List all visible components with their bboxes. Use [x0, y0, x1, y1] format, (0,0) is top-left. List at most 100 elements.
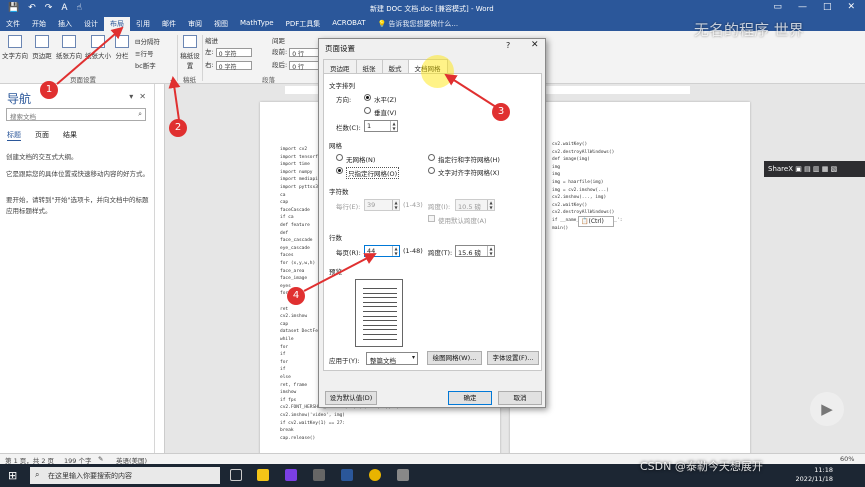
- nav-options-icon[interactable]: ▾: [129, 92, 133, 101]
- spinner-arrows-icon[interactable]: ▲ ▼: [487, 200, 494, 210]
- apply-to-select[interactable]: 整篇文档 ▾: [366, 352, 418, 365]
- code-line: else: [280, 375, 291, 380]
- line-grid-only-radio[interactable]: [336, 167, 343, 174]
- columns-spinner[interactable]: 1 ▲ ▼: [364, 120, 398, 132]
- text-direction-button[interactable]: 文字方向: [2, 35, 28, 60]
- tab-mailings[interactable]: 邮件: [156, 17, 182, 31]
- line-char-grid-radio[interactable]: [428, 154, 435, 161]
- code-line: for: [280, 359, 289, 365]
- line-pitch-spinner[interactable]: 15.6 磅 ▲ ▼: [455, 245, 495, 257]
- tab-acrobat[interactable]: ACROBAT: [326, 17, 371, 31]
- code-line: for (x,y,w,h): [280, 261, 316, 266]
- tab-view[interactable]: 视图: [208, 17, 234, 31]
- system-clock[interactable]: 11:18 2022/11/18: [796, 466, 833, 484]
- vertical-radio[interactable]: [364, 107, 371, 114]
- nav-tab-results[interactable]: 结果: [63, 130, 77, 141]
- tab-mathtype[interactable]: MathType: [234, 17, 280, 31]
- spinner-arrows-icon[interactable]: ▲ ▼: [487, 246, 494, 256]
- tab-file[interactable]: 文件: [0, 17, 26, 31]
- set-default-button[interactable]: 设为默认值(D): [325, 391, 377, 405]
- touch-mode-icon[interactable]: ☝: [76, 3, 81, 13]
- tab-paper[interactable]: 纸张: [355, 59, 383, 73]
- pitch-label: 跨度(I):: [428, 203, 451, 211]
- tab-review[interactable]: 审阅: [182, 17, 208, 31]
- spinner-arrows-icon[interactable]: ▲ ▼: [392, 200, 399, 210]
- per-line-spinner[interactable]: 39 ▲ ▼: [364, 199, 400, 211]
- nav-tab-pages[interactable]: 页面: [35, 130, 49, 141]
- close-window-icon[interactable]: ✕: [847, 2, 855, 12]
- code-line: import pyttsx3: [280, 185, 318, 190]
- chrome-icon[interactable]: [369, 469, 381, 481]
- undo-icon[interactable]: ↶: [28, 3, 36, 13]
- draw-grid-button[interactable]: 绘图网格(W)...: [427, 351, 482, 365]
- nav-tab-headings[interactable]: 标题: [7, 130, 21, 141]
- sharex-toolbar[interactable]: ShareX ▣ ▤ ▥ ▦ ▧: [764, 161, 865, 177]
- apply-to-value: 整篇文档: [370, 357, 396, 365]
- sharex-tool-icons[interactable]: ▣ ▤ ▥ ▦ ▧: [795, 165, 837, 173]
- pitch-spinner[interactable]: 10.5 磅 ▲ ▼: [455, 199, 495, 211]
- direction-label: 方向:: [336, 96, 352, 104]
- font-settings-button[interactable]: 字体设置(F)...: [487, 351, 539, 365]
- video-play-icon[interactable]: ▶: [810, 392, 844, 426]
- code-line: if: [280, 352, 286, 358]
- tell-me-box[interactable]: 💡 告诉我您想要做什么...: [377, 17, 458, 31]
- ribbon-display-icon[interactable]: ▭: [773, 2, 782, 12]
- horizontal-radio[interactable]: [364, 94, 371, 101]
- nav-search-input[interactable]: 搜索文档 ⌕: [6, 108, 146, 121]
- taskbar-search[interactable]: ⌕ 在这里输入你要搜索的内容: [30, 467, 220, 484]
- line-pitch-value: 15.6 磅: [458, 249, 482, 257]
- orientation-button[interactable]: 纸张方向: [55, 35, 83, 60]
- margins-button[interactable]: 页边距: [30, 35, 54, 60]
- preview-line: [363, 334, 397, 335]
- save-icon[interactable]: 💾: [8, 3, 19, 13]
- format-painter-icon[interactable]: A: [61, 3, 67, 13]
- windows-start-icon[interactable]: ⊞: [8, 469, 17, 482]
- code-line: eyes: [280, 283, 291, 289]
- app2-icon[interactable]: [397, 469, 409, 481]
- size-button[interactable]: 纸张大小: [84, 35, 112, 60]
- tab-insert[interactable]: 插入: [52, 17, 78, 31]
- tab-design[interactable]: 设计: [78, 17, 104, 31]
- nav-help-text-3: 要开始，请转到"开始"选项卡，并向文档中的标题应用标题样式。: [6, 196, 149, 215]
- visual-studio-icon[interactable]: [285, 469, 297, 481]
- line-numbers-button[interactable]: ≡行号: [135, 48, 153, 58]
- cancel-button[interactable]: 取消: [498, 391, 542, 405]
- tab-references[interactable]: 引用: [130, 17, 156, 31]
- status-zoom[interactable]: 60%: [840, 455, 854, 463]
- help-icon[interactable]: ?: [506, 41, 510, 50]
- spinner-arrows-icon[interactable]: ▲ ▼: [390, 121, 397, 131]
- tab-home[interactable]: 开始: [26, 17, 52, 31]
- spinner-arrows-icon[interactable]: ▲ ▼: [392, 246, 399, 256]
- use-default-pitch-checkbox[interactable]: [428, 215, 435, 222]
- task-view-icon[interactable]: [230, 469, 242, 481]
- file-explorer-icon[interactable]: [257, 469, 269, 481]
- paste-options-tag[interactable]: 📋(Ctrl): [578, 216, 614, 227]
- nav-close-icon[interactable]: ✕: [139, 92, 146, 101]
- page-2[interactable]: cv2.waitKey() cv2.destroyAllWindows() def …: [510, 102, 750, 453]
- tab-layout[interactable]: 布局: [104, 17, 130, 31]
- tab-pdf-tools[interactable]: PDF工具集: [280, 17, 327, 31]
- indent-right-field[interactable]: 0 字符: [215, 60, 252, 71]
- ok-button[interactable]: 确定: [448, 391, 492, 405]
- redo-icon[interactable]: ↷: [45, 3, 53, 13]
- tab-margins[interactable]: 页边距: [323, 59, 357, 73]
- minimize-icon[interactable]: —: [798, 2, 807, 12]
- page-setup-launcher-icon[interactable]: ⌟: [170, 74, 173, 82]
- maximize-icon[interactable]: □: [823, 2, 832, 12]
- tab-layout-dialog[interactable]: 版式: [381, 59, 409, 73]
- snap-char-grid-radio[interactable]: [428, 167, 435, 174]
- indent-left-field[interactable]: 0 字符: [215, 47, 252, 58]
- code-line: img: [552, 172, 561, 178]
- per-page-spinner[interactable]: 44 ▲ ▼: [364, 245, 400, 257]
- breaks-button[interactable]: ⊟分隔符: [135, 36, 160, 46]
- search-icon[interactable]: ⌕: [138, 110, 142, 119]
- draft-paper-button[interactable]: 稿纸设置: [180, 35, 200, 70]
- hyphenation-button[interactable]: bc断字: [135, 60, 156, 70]
- annotation-1: 1: [40, 81, 58, 99]
- word-icon[interactable]: [341, 469, 353, 481]
- proofing-icon[interactable]: ✎: [98, 455, 103, 463]
- app-icon[interactable]: [313, 469, 325, 481]
- close-icon[interactable]: ✕: [531, 40, 539, 50]
- columns-button[interactable]: 分栏: [113, 35, 131, 60]
- no-grid-radio[interactable]: [336, 154, 343, 161]
